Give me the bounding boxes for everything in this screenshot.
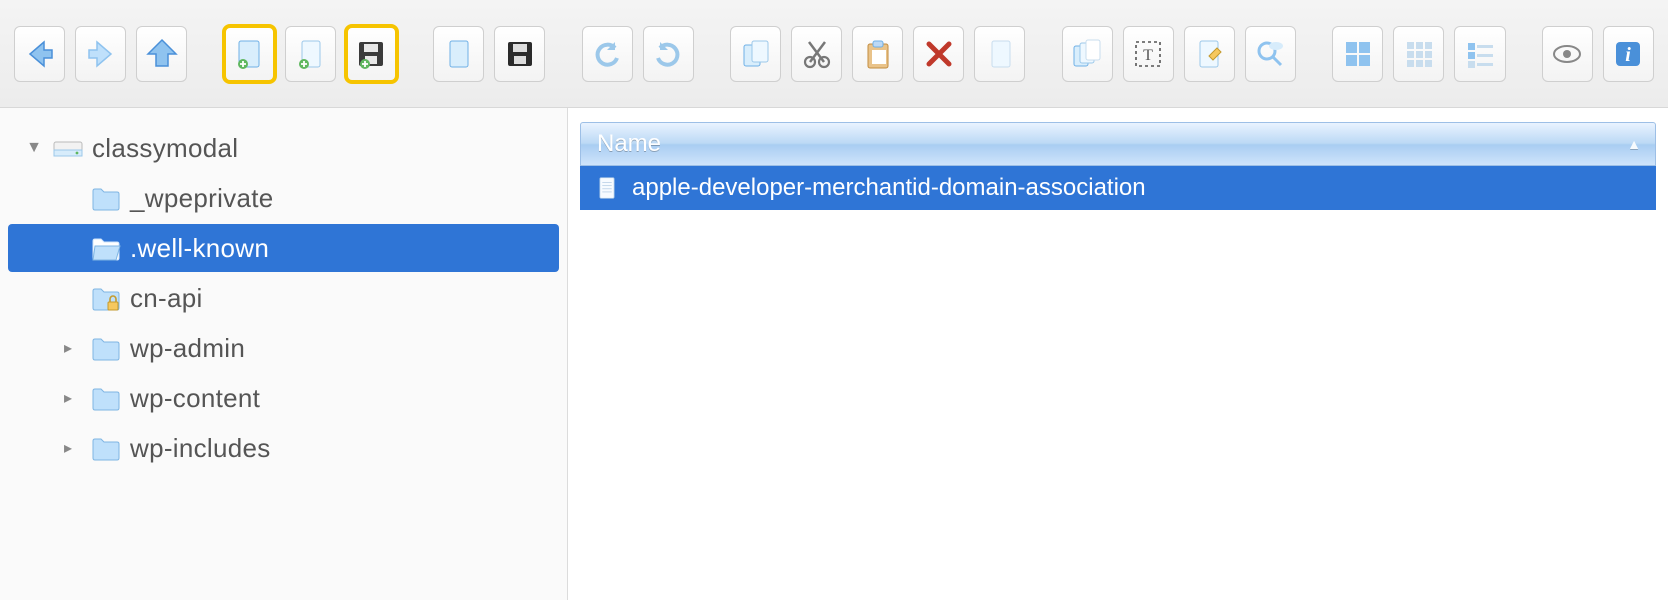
tree-item-label: wp-includes: [130, 433, 271, 464]
redo-button[interactable]: [643, 26, 694, 82]
file-new2-icon: [294, 38, 326, 70]
arrow-up-icon: [146, 38, 178, 70]
folder-open-icon: [90, 232, 122, 264]
document-icon: [596, 175, 618, 201]
select-text-button[interactable]: [1123, 26, 1174, 82]
file-blank-icon: [984, 38, 1016, 70]
paste-file-button[interactable]: [433, 26, 484, 82]
tree-root-label: classymodal: [92, 133, 238, 164]
copy-multi-button[interactable]: [1062, 26, 1113, 82]
tree-item-label: wp-content: [130, 383, 260, 414]
clipboard-icon: [862, 38, 894, 70]
new-file2-button[interactable]: [285, 26, 336, 82]
twisty-icon[interactable]: ▸: [54, 338, 82, 358]
search-cloud-button[interactable]: [1245, 26, 1296, 82]
grid-large-blue-icon: [1342, 38, 1374, 70]
info-icon: [1612, 38, 1644, 70]
nav-fwd-button[interactable]: [75, 26, 126, 82]
folder-icon: [90, 432, 122, 464]
tree-item-wp-content[interactable]: ▸ wp-content: [8, 374, 559, 422]
view-detail-button[interactable]: [1454, 26, 1505, 82]
folder-tree-sidebar: ▼ classymodal _wpeprivate .well-known cn-a…: [0, 108, 568, 600]
redo-icon: [652, 38, 684, 70]
view-large-button[interactable]: [1332, 26, 1383, 82]
main-split: ▼ classymodal _wpeprivate .well-known cn-a…: [0, 108, 1668, 600]
save-file-button[interactable]: [346, 26, 397, 82]
folder-icon: [90, 332, 122, 364]
copy-multi-icon: [1071, 38, 1103, 70]
file-edit-icon: [1193, 38, 1225, 70]
tree-item-label: wp-admin: [130, 333, 245, 364]
view-small-button[interactable]: [1393, 26, 1444, 82]
tree-item-wp-admin[interactable]: ▸ wp-admin: [8, 324, 559, 372]
twisty-icon[interactable]: ▸: [54, 438, 82, 458]
tree-root-row[interactable]: ▼ classymodal: [8, 124, 559, 172]
new-file-button[interactable]: [224, 26, 275, 82]
preview-button[interactable]: [1542, 26, 1593, 82]
search-cloud-icon: [1254, 38, 1286, 70]
tree-item--wpeprivate[interactable]: _wpeprivate: [8, 174, 559, 222]
undo-icon: [591, 38, 623, 70]
copy-icon: [740, 38, 772, 70]
column-header-label: Name: [597, 130, 661, 158]
sort-asc-icon: ▲: [1627, 136, 1641, 152]
info-button[interactable]: [1603, 26, 1654, 82]
arrow-right-icon: [85, 38, 117, 70]
clipboard-button[interactable]: [852, 26, 903, 82]
toolbar: [0, 0, 1668, 108]
cut-button[interactable]: [791, 26, 842, 82]
arrow-left-icon: [24, 38, 56, 70]
save-icon: [355, 38, 387, 70]
folder-icon: [90, 182, 122, 214]
blank-file-button[interactable]: [974, 26, 1025, 82]
tree-item-label: _wpeprivate: [130, 183, 274, 214]
eye-icon: [1551, 38, 1583, 70]
save-dark-icon: [504, 38, 536, 70]
file-row[interactable]: apple-developer-merchantid-domain-associ…: [580, 166, 1656, 210]
select-text-icon: [1132, 38, 1164, 70]
copy-button[interactable]: [730, 26, 781, 82]
edit-file-button[interactable]: [1184, 26, 1235, 82]
tree-item-label: .well-known: [130, 233, 269, 264]
twisty-icon[interactable]: ▸: [54, 388, 82, 408]
save-dark-button[interactable]: [494, 26, 545, 82]
file-plain-icon: [443, 38, 475, 70]
file-list-panel: Name ▲ apple-developer-merchantid-domain…: [568, 108, 1668, 600]
file-new-icon: [233, 38, 265, 70]
folder-icon: [90, 382, 122, 414]
tree-item-cn-api[interactable]: cn-api: [8, 274, 559, 322]
tree-item-wp-includes[interactable]: ▸ wp-includes: [8, 424, 559, 472]
nav-back-button[interactable]: [14, 26, 65, 82]
twisty-down-icon[interactable]: ▼: [24, 139, 44, 157]
folder-locked-icon: [90, 282, 122, 314]
grid-detail-icon: [1464, 38, 1496, 70]
delete-button[interactable]: [913, 26, 964, 82]
file-name-label: apple-developer-merchantid-domain-associ…: [632, 174, 1146, 202]
delete-icon: [923, 38, 955, 70]
grid-small-icon: [1403, 38, 1435, 70]
nav-up-button[interactable]: [136, 26, 187, 82]
undo-button[interactable]: [582, 26, 633, 82]
cut-icon: [801, 38, 833, 70]
column-header-name[interactable]: Name ▲: [580, 122, 1656, 166]
tree-item--well-known[interactable]: .well-known: [8, 224, 559, 272]
tree-item-label: cn-api: [130, 283, 203, 314]
drive-icon: [52, 132, 84, 164]
